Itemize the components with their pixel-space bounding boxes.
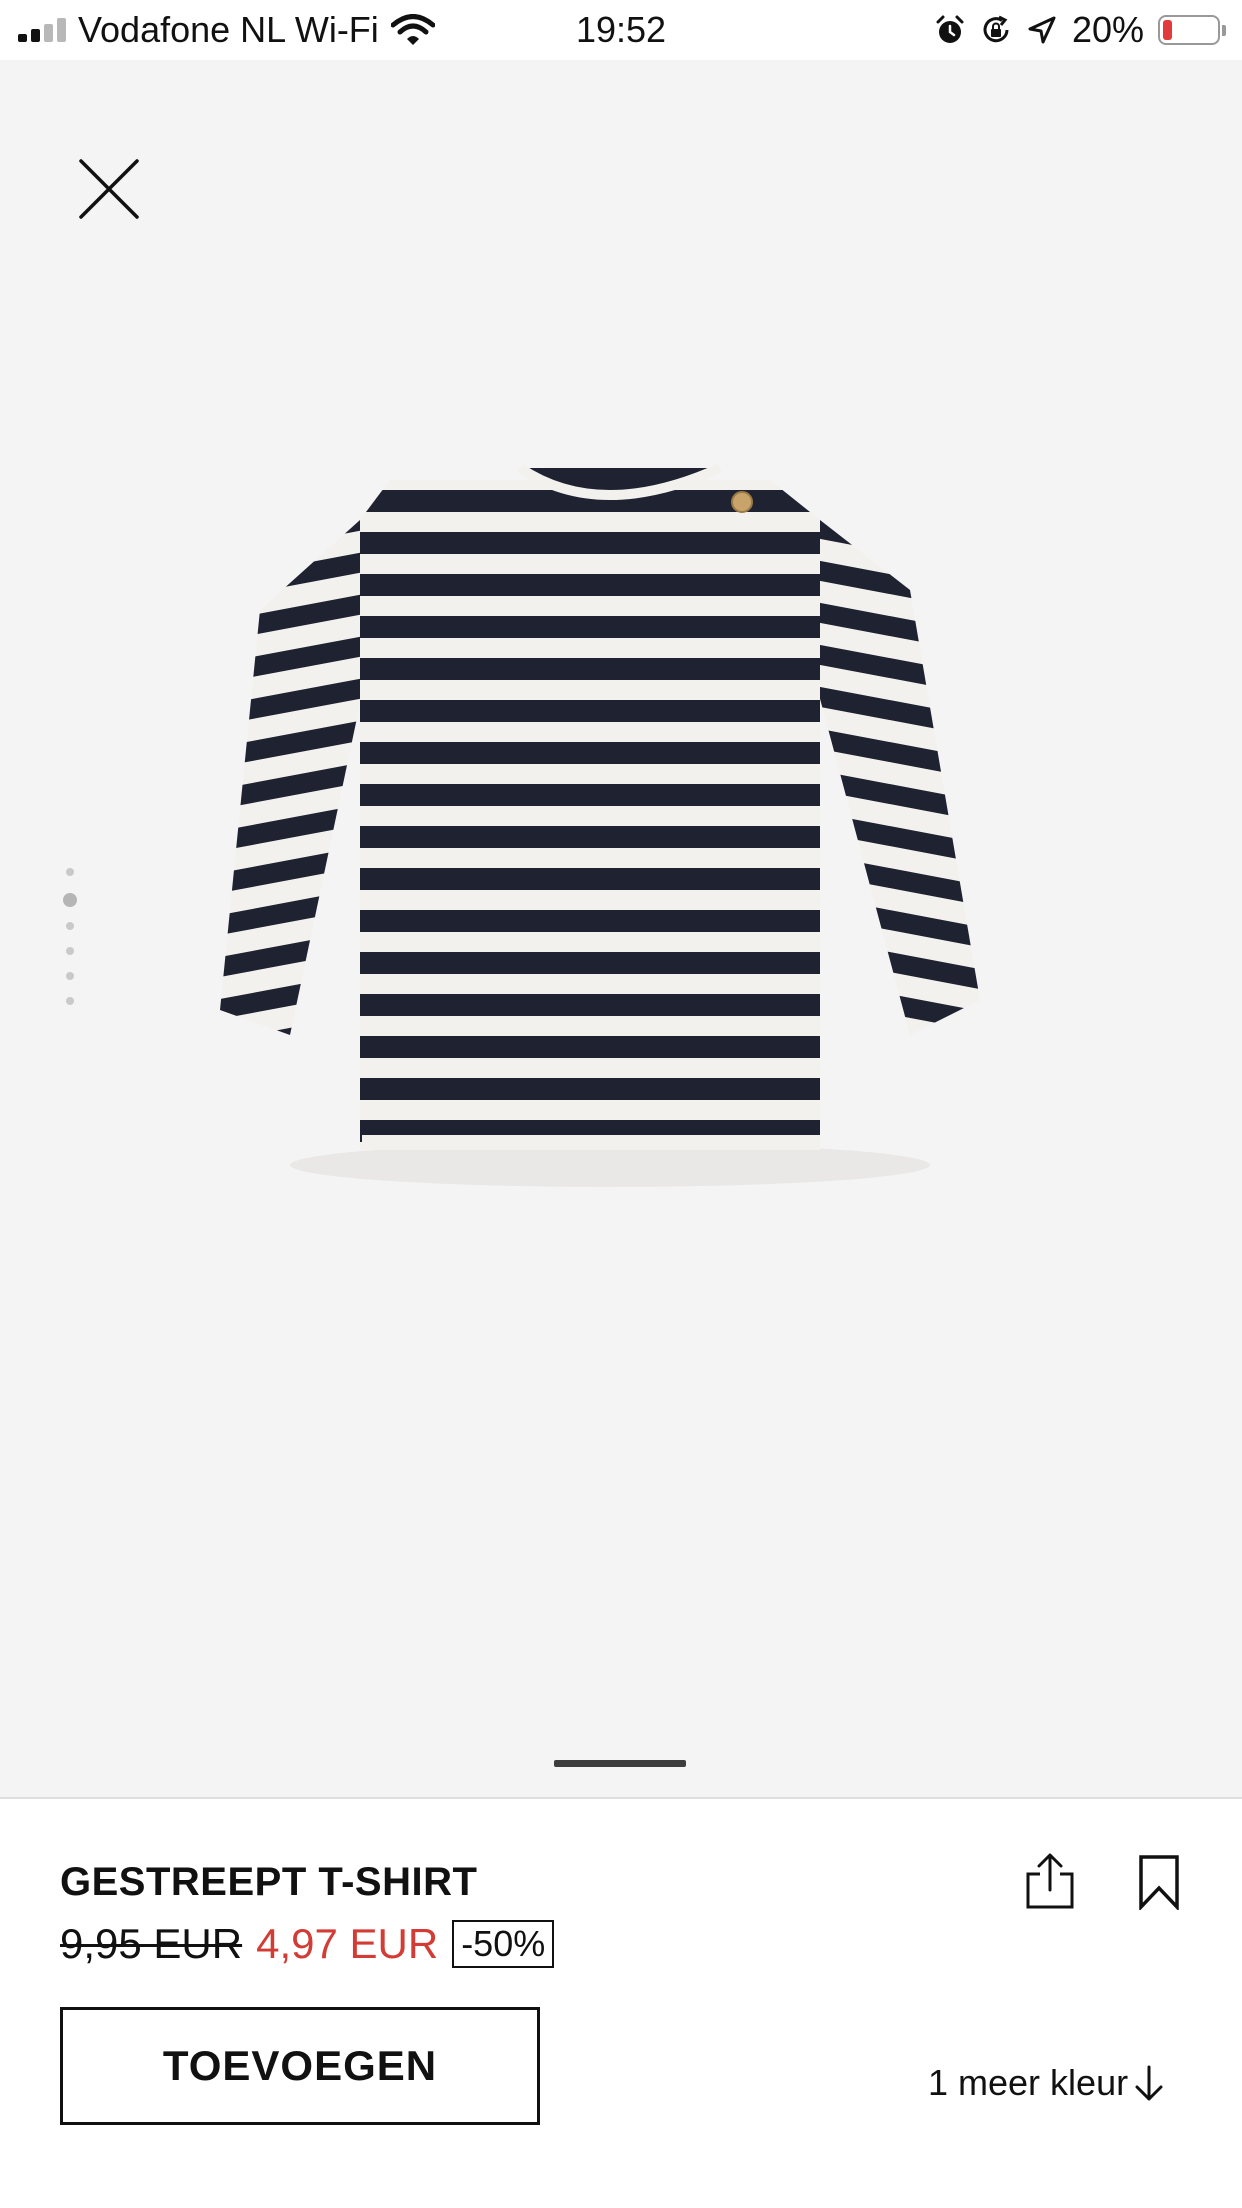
status-right: 20%	[934, 0, 1226, 60]
gallery-dot[interactable]	[63, 893, 77, 907]
share-icon[interactable]	[1024, 1852, 1076, 1910]
gallery-dot[interactable]	[66, 868, 74, 876]
price-row: 9,95 EUR 4,97 EUR -50%	[60, 1920, 555, 1968]
add-to-cart-button[interactable]: TOEVOEGEN	[60, 2007, 540, 2125]
gallery-dot[interactable]	[66, 972, 74, 980]
discount-badge: -50%	[452, 1920, 555, 1968]
product-image[interactable]	[220, 450, 1020, 1190]
bookmark-icon[interactable]	[1138, 1854, 1180, 1910]
gallery-dot[interactable]	[66, 947, 74, 955]
divider	[0, 1797, 1242, 1799]
rotation-lock-icon	[983, 15, 1009, 43]
battery-percent: 20%	[1071, 9, 1144, 50]
sale-price: 4,97 EUR	[256, 1920, 439, 1967]
sheet-drag-handle[interactable]	[554, 1760, 686, 1767]
gallery-dot[interactable]	[66, 922, 74, 930]
battery-icon	[1158, 15, 1226, 45]
close-icon[interactable]	[75, 155, 143, 223]
alarm-icon	[936, 15, 964, 43]
gallery-pagination	[62, 868, 78, 1022]
more-colors-label: 1 meer kleur	[928, 2062, 1129, 2103]
product-gallery[interactable]	[0, 60, 1242, 1798]
arrow-down-icon	[1135, 2065, 1163, 2101]
location-icon	[1028, 16, 1056, 44]
status-bar: Vodafone NL Wi-Fi 19:52 20%	[0, 0, 1242, 60]
product-name: GESTREEPT T-SHIRT	[60, 1860, 478, 1904]
old-price: 9,95 EUR	[60, 1920, 243, 1967]
more-colors-link[interactable]: 1 meer kleur	[928, 2062, 1164, 2104]
gallery-dot[interactable]	[66, 997, 74, 1005]
